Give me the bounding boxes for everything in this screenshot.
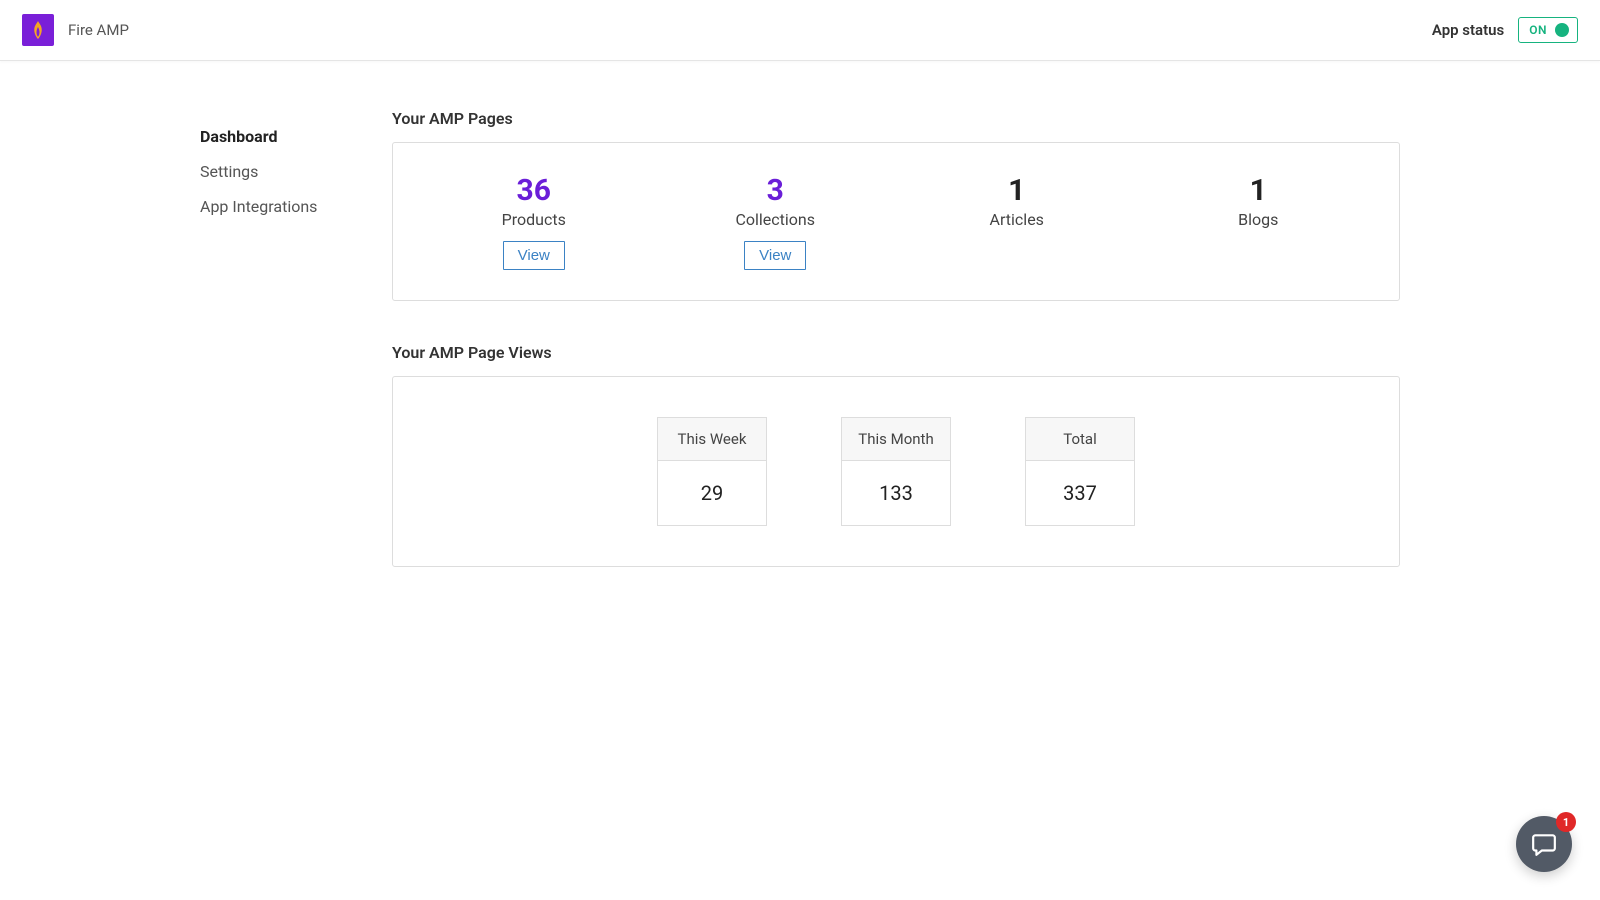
stat-products: 36 Products View (413, 173, 655, 270)
sidebar-item-app-integrations[interactable]: App Integrations (200, 189, 390, 224)
view-collections-button[interactable]: View (744, 241, 806, 270)
views-box-week-label: This Week (658, 418, 766, 461)
amp-pages-panel: 36 Products View 3 Collections View 1 Ar… (392, 142, 1400, 301)
app-logo (22, 14, 54, 46)
app-title: Fire AMP (68, 21, 129, 39)
flame-icon (29, 19, 47, 41)
stat-articles: 1 Articles (896, 173, 1138, 270)
views-box-week-value: 29 (658, 461, 766, 525)
stat-blogs: 1 Blogs (1138, 173, 1380, 270)
main-container: Dashboard Settings App Integrations Your… (200, 61, 1400, 609)
app-status-toggle[interactable]: ON (1518, 17, 1578, 43)
stat-collections-count: 3 (655, 173, 897, 208)
app-header: Fire AMP App status ON (0, 0, 1600, 61)
sidebar-item-dashboard[interactable]: Dashboard (200, 119, 390, 154)
chat-icon (1531, 831, 1557, 857)
sidebar: Dashboard Settings App Integrations (200, 109, 390, 609)
amp-pages-stats-row: 36 Products View 3 Collections View 1 Ar… (413, 173, 1379, 270)
views-box-month-label: This Month (842, 418, 950, 461)
views-box-total-value: 337 (1026, 461, 1134, 525)
content: Your AMP Pages 36 Products View 3 Collec… (390, 109, 1400, 609)
chat-badge: 1 (1556, 812, 1576, 832)
header-right: App status ON (1432, 17, 1578, 43)
amp-pages-title: Your AMP Pages (392, 109, 1400, 128)
stat-blogs-count: 1 (1138, 173, 1380, 208)
stat-products-label: Products (413, 210, 655, 229)
views-box-total: Total 337 (1025, 417, 1135, 526)
status-dot-icon (1555, 23, 1569, 37)
views-box-week: This Week 29 (657, 417, 767, 526)
views-box-month-value: 133 (842, 461, 950, 525)
stat-collections-label: Collections (655, 210, 897, 229)
app-status-toggle-text: ON (1529, 23, 1547, 37)
amp-views-title: Your AMP Page Views (392, 343, 1400, 362)
amp-views-panel: This Week 29 This Month 133 Total 337 (392, 376, 1400, 567)
header-left: Fire AMP (22, 14, 129, 46)
stat-articles-label: Articles (896, 210, 1138, 229)
view-products-button[interactable]: View (503, 241, 565, 270)
stat-collections: 3 Collections View (655, 173, 897, 270)
stat-articles-count: 1 (896, 173, 1138, 208)
chat-button[interactable]: 1 (1516, 816, 1572, 872)
stat-products-count: 36 (413, 173, 655, 208)
views-box-total-label: Total (1026, 418, 1134, 461)
amp-views-row: This Week 29 This Month 133 Total 337 (413, 407, 1379, 536)
stat-blogs-label: Blogs (1138, 210, 1380, 229)
sidebar-item-settings[interactable]: Settings (200, 154, 390, 189)
app-status-label: App status (1432, 21, 1504, 39)
views-box-month: This Month 133 (841, 417, 951, 526)
